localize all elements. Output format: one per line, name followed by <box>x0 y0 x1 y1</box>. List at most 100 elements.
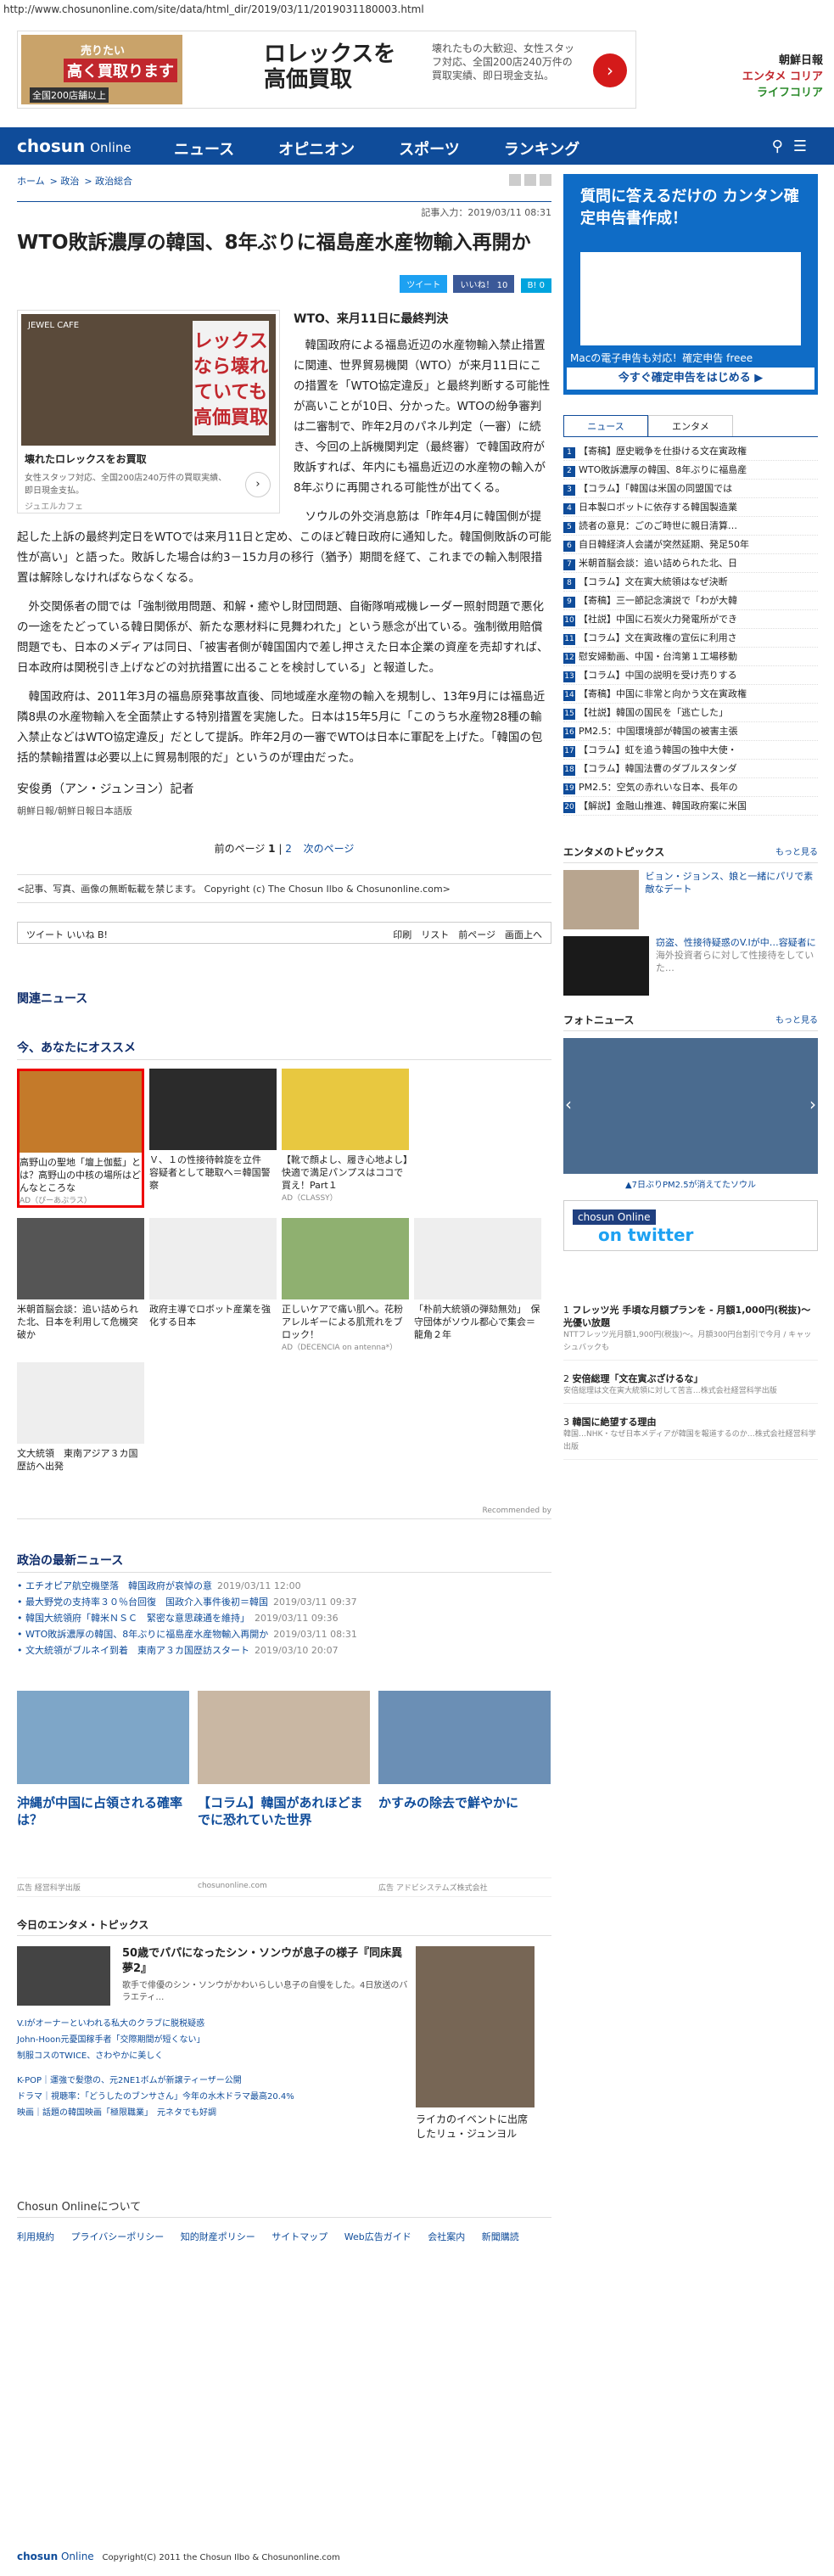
footer-link-subscribe[interactable]: 新聞購読 <box>482 2231 519 2242</box>
breadcrumb-politics[interactable]: 政治 <box>60 176 79 187</box>
prev-page-link[interactable]: 前のページ <box>215 843 266 855</box>
ent-side-image[interactable] <box>416 1946 535 2107</box>
ranking-item[interactable]: 17 【コラム】虹を追う韓国の独中大使・ <box>563 741 818 760</box>
big-ad[interactable]: 【コラム】韓国があれほどまでに恐れていた世界 <box>198 1691 370 1828</box>
footer-link-ip[interactable]: 知的財産ポリシー <box>181 2231 255 2242</box>
text-ad[interactable]: 3 韓国に絶望する理由 韓国…NHK・なぜ日本メディアが韓国を報道するのか…株式会… <box>563 1416 818 1460</box>
list-item[interactable]: 制服コスのTWICE、さわやかに美しく <box>17 2048 416 2064</box>
chevron-left-icon[interactable]: ‹ <box>565 1094 572 1114</box>
next-page-link[interactable]: 次のページ <box>304 843 355 855</box>
big-ad[interactable]: 沖縄が中国に占領される確率は？ <box>17 1691 189 1828</box>
recommend-card[interactable]: 米朝首脳会談：追い詰められた北、日本を利用して危機突破か <box>17 1218 144 1352</box>
ranking-item[interactable]: 13 【コラム】中国の説明を受け売りする <box>563 666 818 685</box>
tab-entame[interactable]: エンタメ <box>648 415 733 436</box>
recommend-card[interactable]: 正しいケアで痛い肌へ。花粉アレルギーによる肌荒れをブロック！ AD（DECENC… <box>282 1218 409 1352</box>
nav-sports[interactable]: スポーツ <box>399 137 460 160</box>
ranking-item[interactable]: 6 自日韓経済人会議が突然延期、発足50年 <box>563 536 818 554</box>
ranking-item[interactable]: 20 【解説】金融山推進、韓国政府案に米国 <box>563 797 818 816</box>
hatena-button[interactable]: B! 0 <box>520 278 551 293</box>
tweet-button[interactable]: ツイート <box>400 275 448 293</box>
ent-topic-item[interactable]: 窃盗、性接待疑惑のV.Iが中…容疑者に 海外投資者らに対して性接待をしていた… <box>563 936 818 996</box>
recommend-card[interactable]: 高野山の聖地「壇上伽藍」とは？高野山の中核の場所はどんなところな AD（ぴーあぷ… <box>17 1069 144 1208</box>
list-item[interactable]: • WTO敗訴濃厚の韓国、8年ぶりに福島産水産物輸入再開か 2019/03/11 … <box>17 1626 551 1642</box>
breadcrumb-home[interactable]: ホーム <box>17 176 45 187</box>
facebook-like-button[interactable]: いいね！ 10 <box>453 275 515 293</box>
ranking-item[interactable]: 1 【寄稿】歴史戦争を仕掛ける文在寅政権 <box>563 442 818 461</box>
search-icon[interactable]: ⚲ <box>772 137 793 155</box>
toolbar-actions[interactable]: 印刷 リスト 前ページ 画面上へ <box>393 928 542 941</box>
brand-life-korea[interactable]: ライフコリア <box>696 83 823 99</box>
more-link[interactable]: もっと見る <box>775 1013 818 1025</box>
in-article-ad[interactable]: JEWEL CAFE レックスなら壊れていても高価買取 壊れたロレックスをお買取… <box>17 310 280 514</box>
list-item[interactable]: • 韓国大統領府「韓米ＮＳＣ 緊密な意思疎通を維持」 2019/03/11 09:… <box>17 1610 551 1626</box>
ent-main-title[interactable]: 50歳でパパになったシン・ソンウが息子の様子『同床異夢2』 <box>122 1946 411 1977</box>
ranking-item[interactable]: 18 【コラム】韓国法曹のダブルスタンダ <box>563 760 818 778</box>
ranking-item[interactable]: 19 PM2.5：空気の赤れいな日本、長年の <box>563 778 818 797</box>
site-logo[interactable]: chosun Online <box>17 136 132 156</box>
recommend-card[interactable]: 文大統領 東南アジア３カ国歴訪へ出発 <box>17 1362 144 1473</box>
ent-main-image[interactable] <box>17 1946 110 2006</box>
footer-link-privacy[interactable]: プライバシーポリシー <box>71 2231 165 2242</box>
ad-headline[interactable]: ロレックスを高価買取 <box>264 42 417 93</box>
ranking-item[interactable]: 12 慰安婦動画、中国・台湾第１工場移動 <box>563 648 818 666</box>
ranking-item[interactable]: 7 米朝首脳会談：追い詰められた北、日 <box>563 554 818 573</box>
list-item[interactable]: ドラマ｜視聴率：「どうしたのブンサさん」今年の水木ドラマ最高20.4% <box>17 2089 416 2105</box>
ranking-item[interactable]: 11 【コラム】文在寅政権の宣伝に利用さ <box>563 629 818 648</box>
nav-ranking[interactable]: ランキング <box>504 137 579 160</box>
sidebar-ad[interactable]: 質問に答えるだけの カンタン確定申告書作成！ Macの電子申告も対応！確定申告 … <box>563 174 818 395</box>
list-item[interactable]: John-Hoon元憂国稼手者「交際期間が短くない」 <box>17 2032 416 2048</box>
top-banner-ad[interactable]: 売りたい 高く買取ります 全国200店舗以上 ロレックスを高価買取 壊れたもの大… <box>17 31 636 109</box>
font-small-button[interactable] <box>509 174 521 186</box>
side-ad-button[interactable]: 今すぐ確定申告をはじめる ▶ <box>567 368 814 390</box>
ranking-item[interactable]: 9 【寄稿】三一節記念演説で「わが大韓 <box>563 592 818 610</box>
recommend-card[interactable]: 【靴で顔よし、履き心地よし】快適で満足パンプスはココで買え！Part１ AD（C… <box>282 1069 409 1208</box>
tab-news[interactable]: ニュース <box>563 415 648 436</box>
photo-news-caption[interactable]: ▲7日ぶりPM2.5が消えてたソウル <box>563 1177 818 1190</box>
ad-arrow-button[interactable]: › <box>593 53 627 87</box>
more-link[interactable]: もっと見る <box>775 845 818 857</box>
recommend-card[interactable]: Ｖ、１の性接待斡旋を立件 容疑者として聴取へ＝韓国警察 <box>149 1069 277 1208</box>
ranking-item[interactable]: 10 【社説】中国に石炭火力発電所ができ <box>563 610 818 629</box>
page-2[interactable]: 2 <box>285 843 292 855</box>
text-ad[interactable]: 1 フレッツ光 手頃な月額プランを - 月額1,000円(税抜)〜光優い放題 NT… <box>563 1304 818 1361</box>
chevron-right-icon[interactable]: › <box>245 472 271 497</box>
breadcrumb-politics-general[interactable]: 政治総合 <box>95 176 132 187</box>
footer-link-terms[interactable]: 利用規約 <box>17 2231 54 2242</box>
list-item[interactable]: 映画｜話題の韓国映画「極限職業」 元ネタでも好調 <box>17 2105 416 2121</box>
list-item[interactable]: • 文大統領がブルネイ到着 東南ア３カ国歴訪スタート 2019/03/10 20:… <box>17 1642 551 1658</box>
big-ad[interactable]: かすみの除去で鮮やかに <box>378 1691 551 1828</box>
menu-icon[interactable]: ☰ <box>793 137 817 155</box>
ranking-item[interactable]: 15 【社説】韓国の国民を「逃亡した」 <box>563 704 818 722</box>
nav-opinion[interactable]: オピニオン <box>278 137 355 160</box>
ranking-item[interactable]: 3 【コラム】「韓国は米国の同盟国では <box>563 480 818 498</box>
brand-entame-korea[interactable]: エンタメ コリア <box>696 67 823 83</box>
footer-link-sitemap[interactable]: サイトマップ <box>271 2231 327 2242</box>
list-item[interactable]: V.Iがオーナーといわれる私大のクラブに脱税疑惑 <box>17 2016 416 2032</box>
recommend-card[interactable]: 政府主導でロボット産業を強化する日本 <box>149 1218 277 1352</box>
ent-topic-item[interactable]: ビョン・ジョンス、娘と一緒にパリで素敵なデート <box>563 870 818 929</box>
print-button[interactable] <box>540 174 551 186</box>
text-ad[interactable]: 2 安倍総理「文在寅ぶざけるな」 安倍総理は文在寅大統領に対して苦言…株式会社経営… <box>563 1372 818 1404</box>
rolex-ad-image[interactable]: 売りたい 高く買取ります 全国200店舗以上 <box>21 35 182 104</box>
toolbar-share[interactable]: ツイート いいね B! <box>26 928 108 941</box>
font-large-button[interactable] <box>524 174 536 186</box>
list-item[interactable]: • 最大野党の支持率３０％台回復 国政介入事件後初＝韓国 2019/03/11 0… <box>17 1594 551 1610</box>
footer-link-company[interactable]: 会社案内 <box>428 2231 465 2242</box>
page-1[interactable]: 1 <box>268 843 275 855</box>
list-item[interactable]: K-POP｜運強で髪懲の、元2NE1ボムが新譲ティーザー公開 <box>17 2073 416 2089</box>
photo-news-image[interactable]: ‹ › <box>563 1038 818 1174</box>
ranking-item[interactable]: 2 WTO敗訴濃厚の韓国、8年ぶりに福島産 <box>563 461 818 480</box>
ranking-item[interactable]: 8 【コラム】文在寅大統領はなぜ決断 <box>563 573 818 592</box>
recommend-card[interactable]: 「朴前大統領の弾劾無効」 保守団体がソウル都心で集会＝龍角２年 <box>414 1218 541 1352</box>
chevron-right-icon[interactable]: › <box>809 1094 816 1114</box>
ranking-item[interactable]: 5 読者の意見：ごのご時世に親日清算… <box>563 517 818 536</box>
nav-news[interactable]: ニュース <box>174 137 234 160</box>
brand-chosun-ilbo[interactable]: 朝鮮日報 <box>696 51 823 67</box>
twitter-banner[interactable]: chosun Online on twitter <box>563 1200 818 1251</box>
ranking-item[interactable]: 16 PM2.5：中国環境部が韓国の被害主張 <box>563 722 818 741</box>
list-item[interactable]: • エチオピア航空機墜落 韓国政府が哀悼の意 2019/03/11 12:00 <box>17 1578 551 1594</box>
footer-link-adguide[interactable]: Web広告ガイド <box>344 2231 411 2242</box>
ranking-item[interactable]: 14 【寄稿】中国に非常と向かう文在寅政権 <box>563 685 818 704</box>
ranking-item[interactable]: 4 日本製ロボットに依存する韓国製造業 <box>563 498 818 517</box>
ent-side-caption[interactable]: ライカのイベントに出席したリュ・ジュンヨル <box>416 2113 535 2141</box>
